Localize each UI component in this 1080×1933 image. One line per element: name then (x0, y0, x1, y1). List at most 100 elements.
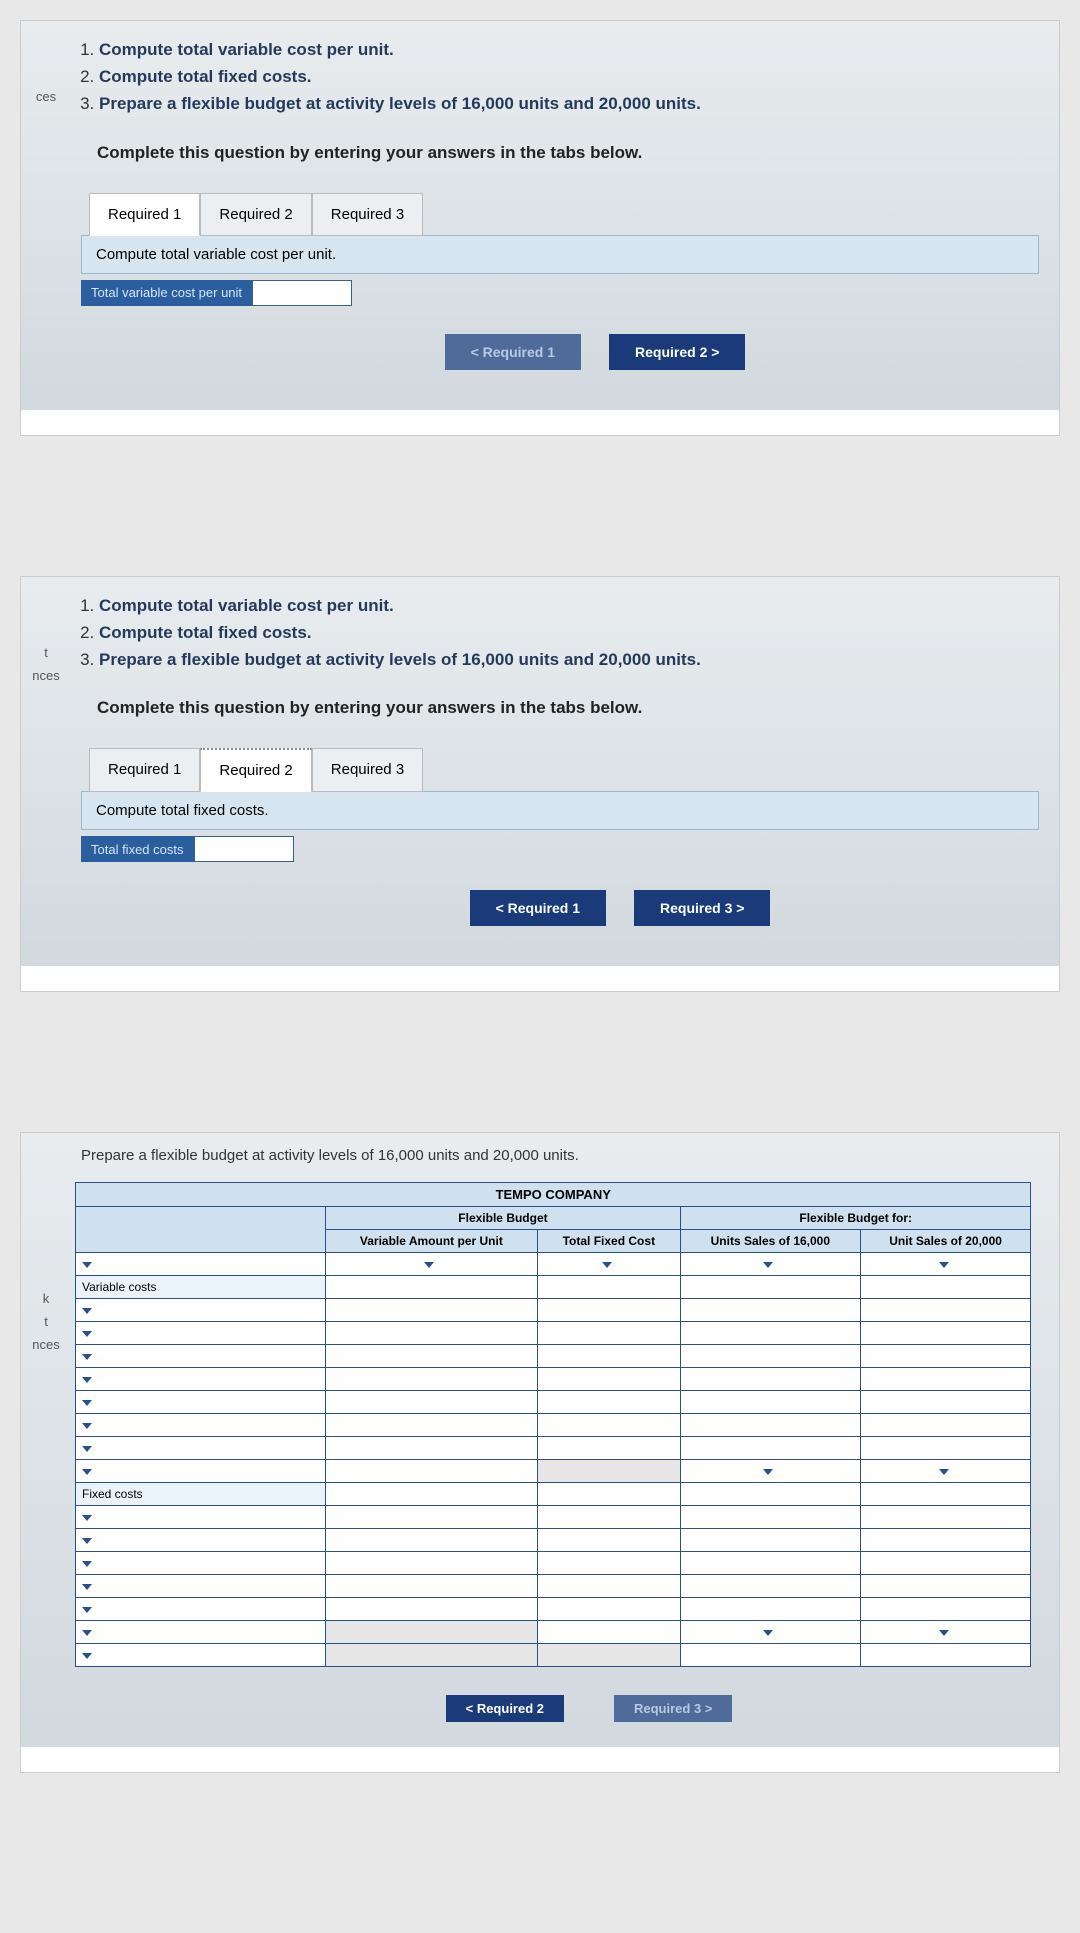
table-cell[interactable] (537, 1345, 680, 1368)
tab-required-1[interactable]: Required 1 (89, 748, 200, 792)
dropdown-cell[interactable] (860, 1621, 1031, 1644)
prev-button[interactable]: < Required 2 (446, 1695, 564, 1722)
table-cell[interactable] (326, 1506, 538, 1529)
table-cell[interactable] (537, 1529, 680, 1552)
table-cell[interactable] (326, 1299, 538, 1322)
answer-input[interactable] (252, 280, 352, 306)
next-button[interactable]: Required 3 > (634, 890, 770, 926)
table-cell[interactable] (326, 1368, 538, 1391)
table-cell[interactable] (326, 1621, 538, 1644)
table-cell[interactable] (860, 1575, 1031, 1598)
table-cell[interactable] (680, 1345, 860, 1368)
table-cell[interactable] (860, 1299, 1031, 1322)
table-cell[interactable] (326, 1414, 538, 1437)
table-cell[interactable] (860, 1506, 1031, 1529)
table-cell[interactable] (680, 1437, 860, 1460)
table-cell[interactable] (860, 1529, 1031, 1552)
table-cell[interactable] (860, 1414, 1031, 1437)
table-cell[interactable] (680, 1529, 860, 1552)
prev-button[interactable]: < Required 1 (445, 334, 581, 370)
table-cell[interactable] (860, 1598, 1031, 1621)
table-cell[interactable] (326, 1322, 538, 1345)
dropdown-cell[interactable] (76, 1322, 326, 1345)
table-cell[interactable] (326, 1575, 538, 1598)
table-cell[interactable] (326, 1276, 538, 1299)
tab-required-3[interactable]: Required 3 (312, 748, 423, 792)
table-cell[interactable] (680, 1414, 860, 1437)
dropdown-cell[interactable] (76, 1598, 326, 1621)
dropdown-cell[interactable] (76, 1460, 326, 1483)
table-cell[interactable] (680, 1598, 860, 1621)
table-cell[interactable] (326, 1644, 538, 1667)
tab-required-3[interactable]: Required 3 (312, 193, 423, 236)
table-cell[interactable] (537, 1644, 680, 1667)
table-cell[interactable] (860, 1345, 1031, 1368)
table-cell[interactable] (537, 1299, 680, 1322)
table-cell[interactable] (537, 1276, 680, 1299)
dropdown-cell[interactable] (860, 1460, 1031, 1483)
dropdown-cell[interactable] (680, 1621, 860, 1644)
tab-required-2[interactable]: Required 2 (200, 748, 311, 792)
dropdown-cell[interactable] (680, 1253, 860, 1276)
table-cell[interactable] (537, 1460, 680, 1483)
next-button[interactable]: Required 2 > (609, 334, 745, 370)
dropdown-cell[interactable] (76, 1506, 326, 1529)
table-cell[interactable] (680, 1276, 860, 1299)
table-cell[interactable] (537, 1414, 680, 1437)
table-cell[interactable] (860, 1368, 1031, 1391)
table-cell[interactable] (326, 1460, 538, 1483)
table-cell[interactable] (680, 1506, 860, 1529)
table-cell[interactable] (680, 1322, 860, 1345)
table-cell[interactable] (860, 1552, 1031, 1575)
table-cell[interactable] (860, 1437, 1031, 1460)
table-cell[interactable] (860, 1391, 1031, 1414)
prev-button[interactable]: < Required 1 (470, 890, 606, 926)
table-cell[interactable] (537, 1437, 680, 1460)
next-button[interactable]: Required 3 > (614, 1695, 732, 1722)
table-cell[interactable] (326, 1391, 538, 1414)
dropdown-cell[interactable] (537, 1253, 680, 1276)
table-cell[interactable] (680, 1483, 860, 1506)
table-cell[interactable] (860, 1483, 1031, 1506)
table-cell[interactable] (326, 1345, 538, 1368)
table-cell[interactable] (537, 1368, 680, 1391)
table-cell[interactable] (860, 1276, 1031, 1299)
dropdown-cell[interactable] (326, 1253, 538, 1276)
table-cell[interactable] (680, 1368, 860, 1391)
table-cell[interactable] (680, 1575, 860, 1598)
table-cell[interactable] (537, 1575, 680, 1598)
table-cell[interactable] (860, 1322, 1031, 1345)
table-cell[interactable] (680, 1644, 860, 1667)
dropdown-cell[interactable] (76, 1391, 326, 1414)
table-cell[interactable] (680, 1552, 860, 1575)
dropdown-cell[interactable] (76, 1621, 326, 1644)
dropdown-cell[interactable] (76, 1437, 326, 1460)
dropdown-cell[interactable] (76, 1299, 326, 1322)
table-cell[interactable] (537, 1483, 680, 1506)
table-cell[interactable] (326, 1483, 538, 1506)
dropdown-cell[interactable] (76, 1575, 326, 1598)
table-cell[interactable] (326, 1437, 538, 1460)
table-cell[interactable] (326, 1598, 538, 1621)
table-cell[interactable] (860, 1644, 1031, 1667)
dropdown-cell[interactable] (76, 1644, 326, 1667)
dropdown-cell[interactable] (76, 1552, 326, 1575)
table-cell[interactable] (537, 1391, 680, 1414)
table-cell[interactable] (537, 1598, 680, 1621)
table-cell[interactable] (326, 1529, 538, 1552)
dropdown-cell[interactable] (76, 1345, 326, 1368)
table-cell[interactable] (537, 1552, 680, 1575)
dropdown-cell[interactable] (76, 1414, 326, 1437)
table-cell[interactable] (537, 1621, 680, 1644)
table-cell[interactable] (680, 1391, 860, 1414)
dropdown-cell[interactable] (76, 1529, 326, 1552)
dropdown-cell[interactable] (76, 1368, 326, 1391)
dropdown-cell[interactable] (860, 1253, 1031, 1276)
table-cell[interactable] (680, 1299, 860, 1322)
answer-input[interactable] (194, 836, 294, 862)
tab-required-1[interactable]: Required 1 (89, 193, 200, 236)
table-cell[interactable] (326, 1552, 538, 1575)
table-cell[interactable] (537, 1322, 680, 1345)
tab-required-2[interactable]: Required 2 (200, 193, 311, 236)
table-cell[interactable] (537, 1506, 680, 1529)
